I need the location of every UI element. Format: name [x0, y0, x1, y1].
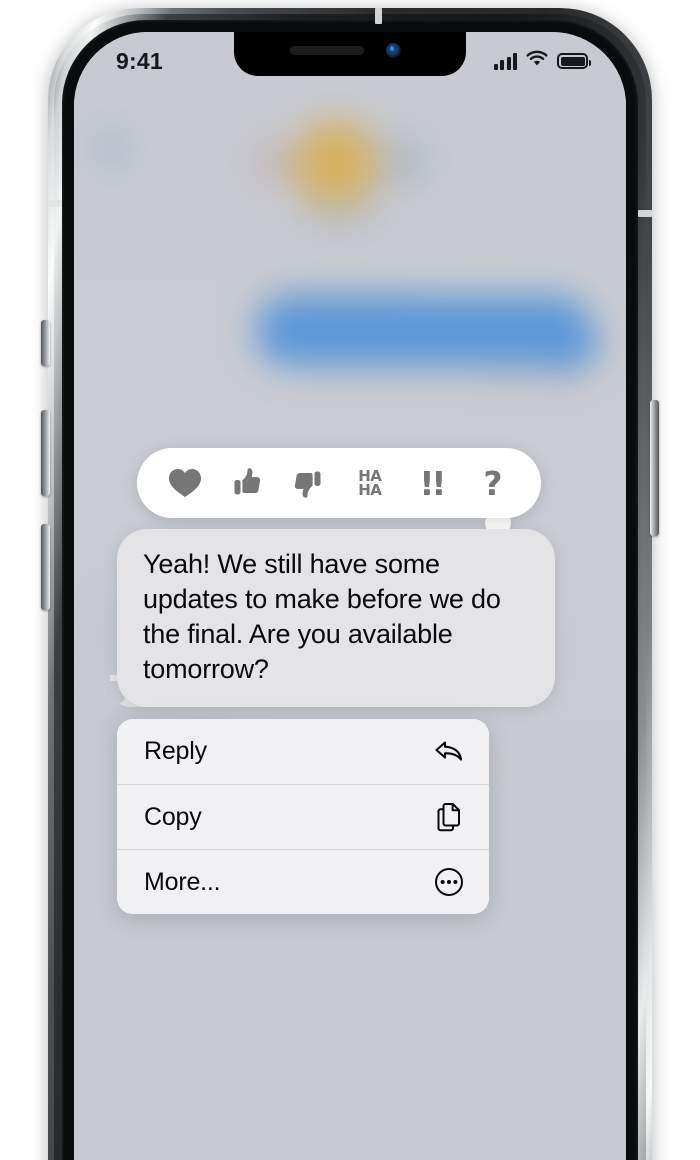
thumbs-up-icon [231, 467, 263, 499]
context-menu-item-copy[interactable]: Copy [117, 784, 489, 849]
phone-screen: 9:41 HA HA !! ? Yeah! We still have some… [74, 32, 626, 1160]
context-menu-item-copy-label: Copy [144, 802, 202, 831]
tapback-thumbs-down-button[interactable] [285, 460, 331, 506]
context-menu-item-reply[interactable]: Reply [117, 719, 489, 784]
tapback-haha-button[interactable]: HA HA [347, 460, 393, 506]
haha-icon: HA HA [358, 469, 382, 499]
status-bar-time: 9:41 [116, 48, 163, 74]
context-menu[interactable]: Reply Copy More... [117, 719, 489, 914]
thumbs-down-icon [292, 467, 324, 499]
front-camera-icon [386, 43, 401, 58]
antenna-line-left [48, 200, 62, 207]
tapback-thumbs-up-button[interactable] [224, 460, 270, 506]
haha-line-2: HA [358, 481, 382, 499]
volume-down-button[interactable] [41, 524, 50, 610]
tapback-exclamation-button[interactable]: !! [408, 460, 454, 506]
antenna-line-right [638, 210, 652, 217]
message-bubble-tail [110, 675, 144, 707]
message-text: Yeah! We still have some updates to make… [143, 549, 501, 684]
silent-switch[interactable] [41, 320, 50, 366]
context-menu-item-more[interactable]: More... [117, 849, 489, 914]
message-bubble-container[interactable]: Yeah! We still have some updates to make… [110, 529, 555, 707]
wifi-icon [526, 50, 548, 72]
cellular-signal-icon [493, 52, 517, 70]
antenna-line-top [375, 8, 382, 24]
screenshot-stage: 9:41 HA HA !! ? Yeah! We still have some… [0, 0, 700, 1160]
tapback-heart-button[interactable] [162, 460, 208, 506]
copy-document-icon [434, 802, 464, 832]
earpiece-speaker [290, 46, 364, 55]
side-power-button[interactable] [650, 400, 659, 536]
question-mark-icon: ? [483, 463, 503, 503]
heart-icon [168, 468, 202, 498]
volume-up-button[interactable] [41, 410, 50, 496]
reply-arrow-icon [434, 737, 464, 767]
double-exclamation-icon: !! [419, 463, 446, 503]
tapback-bar[interactable]: HA HA !! ? [137, 448, 541, 518]
message-bubble[interactable]: Yeah! We still have some updates to make… [110, 529, 555, 707]
battery-icon [557, 53, 591, 69]
notch [234, 32, 466, 76]
more-ellipsis-circle-icon [434, 867, 464, 897]
status-bar-indicators [493, 50, 591, 72]
context-menu-item-reply-label: Reply [144, 737, 207, 765]
context-menu-item-more-label: More... [144, 867, 221, 896]
tapback-question-button[interactable]: ? [470, 460, 516, 506]
